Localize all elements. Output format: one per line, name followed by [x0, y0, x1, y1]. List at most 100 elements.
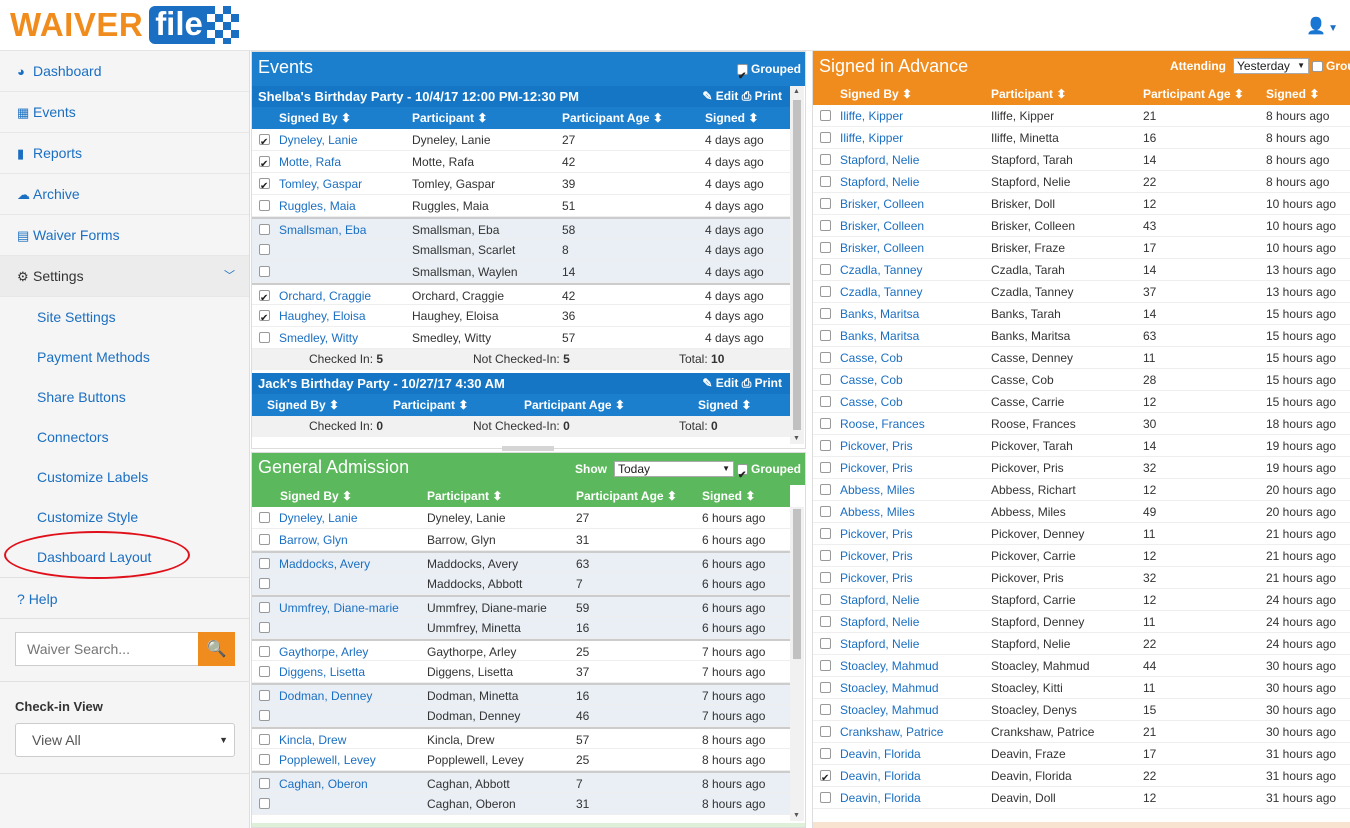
signed-by-cell[interactable]: Casse, Cob [840, 391, 903, 413]
checkin-checkbox[interactable] [820, 704, 831, 715]
checkin-checkbox[interactable] [820, 286, 831, 297]
checkin-checkbox[interactable] [820, 440, 831, 451]
checkin-checkbox[interactable] [820, 792, 831, 803]
checkin-checkbox[interactable] [820, 396, 831, 407]
sidebar-subitem-site-settings[interactable]: Site Settings [0, 297, 249, 337]
signed-by-cell[interactable]: Smallsman, Eba [279, 219, 366, 241]
signed-by-cell[interactable]: Smedley, Witty [279, 327, 358, 349]
events-scrollbar[interactable]: ▲ ▼ [790, 86, 804, 444]
column-header[interactable]: Participant Age ⬍ [562, 107, 663, 129]
sidebar-item-settings[interactable]: ⚙ Settings ﹀ [0, 256, 249, 297]
sidebar-subitem-connectors[interactable]: Connectors [0, 417, 249, 457]
signed-by-cell[interactable]: Popplewell, Levey [279, 749, 376, 771]
checkin-checkbox[interactable] [259, 558, 270, 569]
signed-by-cell[interactable]: Casse, Cob [840, 369, 903, 391]
checkin-checkbox[interactable] [820, 110, 831, 121]
signed-by-cell[interactable]: Stapford, Nelie [840, 171, 919, 193]
checkin-checkbox[interactable] [259, 578, 270, 589]
signed-by-cell[interactable]: Brisker, Colleen [840, 215, 924, 237]
checkin-checkbox[interactable] [820, 308, 831, 319]
checkin-checkbox[interactable] [820, 506, 831, 517]
checkin-checkbox[interactable] [820, 726, 831, 737]
column-header[interactable]: Signed ⬍ [1266, 83, 1319, 105]
signed-by-cell[interactable]: Dodman, Denney [279, 685, 372, 707]
signed-by-cell[interactable]: Stapford, Nelie [840, 149, 919, 171]
checkin-checkbox[interactable] [820, 660, 831, 671]
signed-by-cell[interactable]: Roose, Frances [840, 413, 925, 435]
signed-by-cell[interactable]: Pickover, Pris [840, 523, 913, 545]
checkin-checkbox[interactable] [259, 734, 270, 745]
signed-by-cell[interactable]: Iliffe, Kipper [840, 127, 903, 149]
checkin-checkbox[interactable] [259, 646, 270, 657]
checkin-checkbox[interactable] [820, 264, 831, 275]
signed-by-cell[interactable]: Iliffe, Kipper [840, 105, 903, 127]
sidebar-subitem-customize-labels[interactable]: Customize Labels [0, 457, 249, 497]
checkin-checkbox[interactable] [259, 154, 270, 176]
signed-by-cell[interactable]: Ruggles, Maia [279, 195, 356, 217]
column-header[interactable]: Participant ⬍ [991, 83, 1066, 105]
column-header[interactable]: Participant ⬍ [412, 107, 487, 129]
grouped-toggle[interactable]: Grouped [737, 54, 801, 92]
column-header[interactable]: Signed By ⬍ [840, 83, 912, 105]
signed-by-cell[interactable]: Pickover, Pris [840, 567, 913, 589]
signed-by-cell[interactable]: Kincla, Drew [279, 729, 346, 751]
column-header[interactable]: Participant Age ⬍ [524, 394, 625, 416]
column-header[interactable]: Signed ⬍ [702, 485, 755, 507]
print-button[interactable]: ⎙ Print [742, 376, 782, 390]
checkin-checkbox[interactable] [259, 778, 270, 789]
checkin-checkbox[interactable] [820, 330, 831, 341]
checkin-checkbox[interactable] [820, 594, 831, 605]
checkin-checkbox[interactable] [820, 242, 831, 253]
sidebar-subitem-payment-methods[interactable]: Payment Methods [0, 337, 249, 377]
signed-by-cell[interactable]: Maddocks, Avery [279, 553, 370, 575]
sidebar-subitem-share-buttons[interactable]: Share Buttons [0, 377, 249, 417]
general-scrollbar[interactable]: ▼ [790, 507, 804, 821]
signed-by-cell[interactable]: Barrow, Glyn [279, 529, 348, 551]
checkin-checkbox[interactable] [820, 484, 831, 495]
sidebar-subitem-customize-style[interactable]: Customize Style [0, 497, 249, 537]
checkin-checkbox[interactable] [820, 198, 831, 209]
checkin-checkbox[interactable] [820, 374, 831, 385]
signed-by-cell[interactable]: Deavin, Florida [840, 743, 921, 765]
checkin-checkbox[interactable] [820, 638, 831, 649]
grouped-checkbox[interactable] [737, 62, 748, 92]
checkin-checkbox[interactable] [259, 798, 270, 809]
signed-by-cell[interactable]: Stoacley, Mahmud [840, 699, 939, 721]
checkin-checkbox[interactable] [820, 682, 831, 693]
column-header[interactable]: Signed By ⬍ [267, 394, 339, 416]
checkin-checkbox[interactable] [820, 572, 831, 583]
signed-by-cell[interactable]: Dyneley, Lanie [279, 129, 358, 151]
checkin-checkbox[interactable] [820, 220, 831, 231]
signed-by-cell[interactable]: Pickover, Pris [840, 435, 913, 457]
signed-by-cell[interactable]: Haughey, Eloisa [279, 305, 366, 327]
checkin-checkbox[interactable] [259, 288, 270, 310]
checkin-checkbox[interactable] [259, 512, 270, 523]
signed-by-cell[interactable]: Brisker, Colleen [840, 237, 924, 259]
sidebar-item-waiver-forms[interactable]: ▤ Waiver Forms [0, 215, 249, 256]
signed-by-cell[interactable]: Crankshaw, Patrice [840, 721, 943, 743]
signed-by-cell[interactable]: Stoacley, Mahmud [840, 677, 939, 699]
attending-select[interactable]: Yesterday ▼ [1233, 58, 1309, 74]
checkin-checkbox[interactable] [820, 748, 831, 759]
checkin-checkbox[interactable] [820, 352, 831, 363]
sidebar-item-dashboard[interactable]: ◕ Dashboard [0, 51, 249, 92]
column-header[interactable]: Signed ⬍ [705, 107, 758, 129]
signed-by-cell[interactable]: Casse, Cob [840, 347, 903, 369]
checkin-checkbox[interactable] [259, 308, 270, 330]
checkin-checkbox[interactable] [820, 176, 831, 187]
checkin-checkbox[interactable] [820, 418, 831, 429]
checkin-checkbox[interactable] [259, 332, 270, 343]
user-menu[interactable]: 👤 ▼ [1306, 16, 1338, 36]
signed-by-cell[interactable]: Stoacley, Mahmud [840, 655, 939, 677]
checkin-checkbox[interactable] [259, 666, 270, 677]
column-header[interactable]: Participant ⬍ [393, 394, 468, 416]
checkin-checkbox[interactable] [820, 768, 831, 790]
signed-by-cell[interactable]: Diggens, Lisetta [279, 661, 365, 683]
checkin-checkbox[interactable] [259, 690, 270, 701]
column-header[interactable]: Participant ⬍ [427, 485, 502, 507]
show-select[interactable]: Today ▼ [614, 461, 734, 477]
checkin-checkbox[interactable] [259, 176, 270, 198]
signed-by-cell[interactable]: Gaythorpe, Arley [279, 641, 368, 663]
signed-by-cell[interactable]: Pickover, Pris [840, 457, 913, 479]
checkin-checkbox[interactable] [259, 132, 270, 154]
